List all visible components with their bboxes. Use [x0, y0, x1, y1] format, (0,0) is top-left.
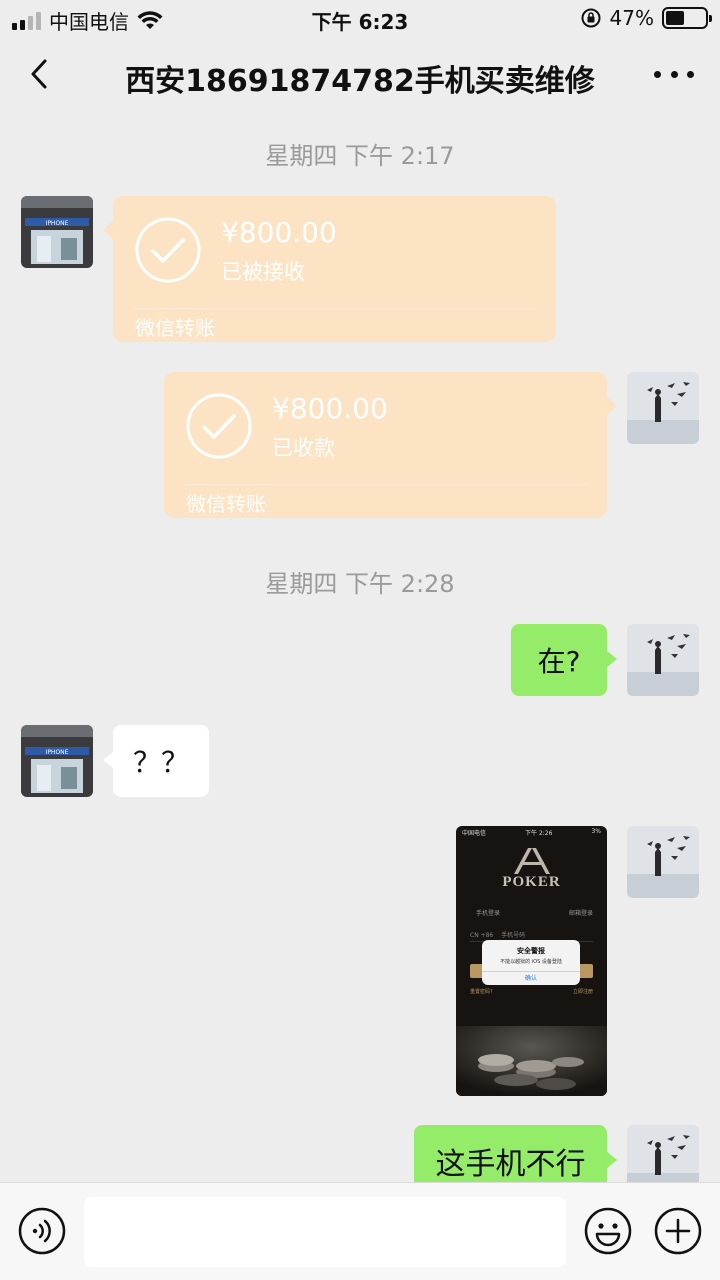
- check-circle-icon: [186, 393, 252, 459]
- status-right: 47%: [580, 6, 712, 30]
- rotation-lock-icon: [581, 8, 601, 28]
- message-text: 这手机不行: [435, 1147, 586, 1182]
- my-avatar[interactable]: [627, 372, 699, 444]
- transfer-amount: ¥800.00: [272, 392, 388, 425]
- contact-avatar[interactable]: IPHONE: [21, 725, 93, 797]
- transfer-card-collected[interactable]: ¥800.00 已收款 微信转账: [164, 372, 617, 518]
- my-avatar[interactable]: [627, 826, 699, 898]
- sent-message[interactable]: 在?: [511, 624, 617, 696]
- chat-input-bar: [0, 1182, 720, 1280]
- more-options-icon[interactable]: [654, 60, 694, 88]
- message-text: ？？: [132, 746, 189, 779]
- transfer-status: 已被接收: [221, 260, 305, 284]
- screenshot-alert: 安全警报 不能以越狱的 iOS 设备登陆 确认: [482, 940, 580, 985]
- transfer-amount: ¥800.00: [221, 216, 337, 249]
- back-chevron-icon[interactable]: [22, 56, 58, 92]
- received-message[interactable]: ？？: [103, 725, 209, 797]
- screenshot-login-tabs: 手机登录 邮箱登录: [476, 910, 593, 917]
- screenshot-status-bar: 中国电信 下午 2:26 3%: [462, 828, 601, 837]
- svg-text:IPHONE: IPHONE: [46, 749, 69, 756]
- add-more-icon[interactable]: [654, 1207, 702, 1255]
- message-timestamp: 星期四 下午 2:28: [265, 570, 455, 598]
- message-input[interactable]: [84, 1197, 566, 1267]
- emoji-icon[interactable]: [584, 1207, 632, 1255]
- transfer-source: 微信转账: [186, 492, 266, 516]
- battery-icon: [662, 7, 712, 29]
- contact-avatar[interactable]: IPHONE: [21, 196, 93, 268]
- transfer-source: 微信转账: [135, 316, 215, 340]
- transfer-card-received[interactable]: ¥800.00 已被接收 微信转账: [103, 196, 556, 342]
- transfer-status: 已收款: [272, 436, 335, 460]
- message-text: 在?: [537, 645, 581, 678]
- image-message[interactable]: 中国电信 下午 2:26 3% POKER 手机登录 邮箱登录 CN +86 手…: [456, 826, 607, 1096]
- voice-input-icon[interactable]: [18, 1207, 66, 1255]
- divider: [184, 484, 587, 485]
- my-avatar[interactable]: [627, 624, 699, 696]
- battery-percent: 47%: [609, 6, 654, 30]
- status-bar: 中国电信 下午 6:23 47%: [0, 0, 720, 38]
- screenshot-brand: POKER: [502, 874, 561, 890]
- divider: [133, 308, 536, 309]
- poker-chips-image: [456, 1026, 607, 1096]
- battery-level: [666, 11, 684, 25]
- chat-title: 西安18691874782手机买卖维修: [125, 64, 595, 99]
- screenshot-links: 重置密码? 立即注册: [470, 989, 593, 995]
- chat-header: 西安18691874782手机买卖维修: [0, 38, 720, 110]
- svg-text:IPHONE: IPHONE: [46, 220, 69, 227]
- message-timestamp: 星期四 下午 2:17: [265, 142, 455, 170]
- check-circle-icon: [135, 217, 201, 283]
